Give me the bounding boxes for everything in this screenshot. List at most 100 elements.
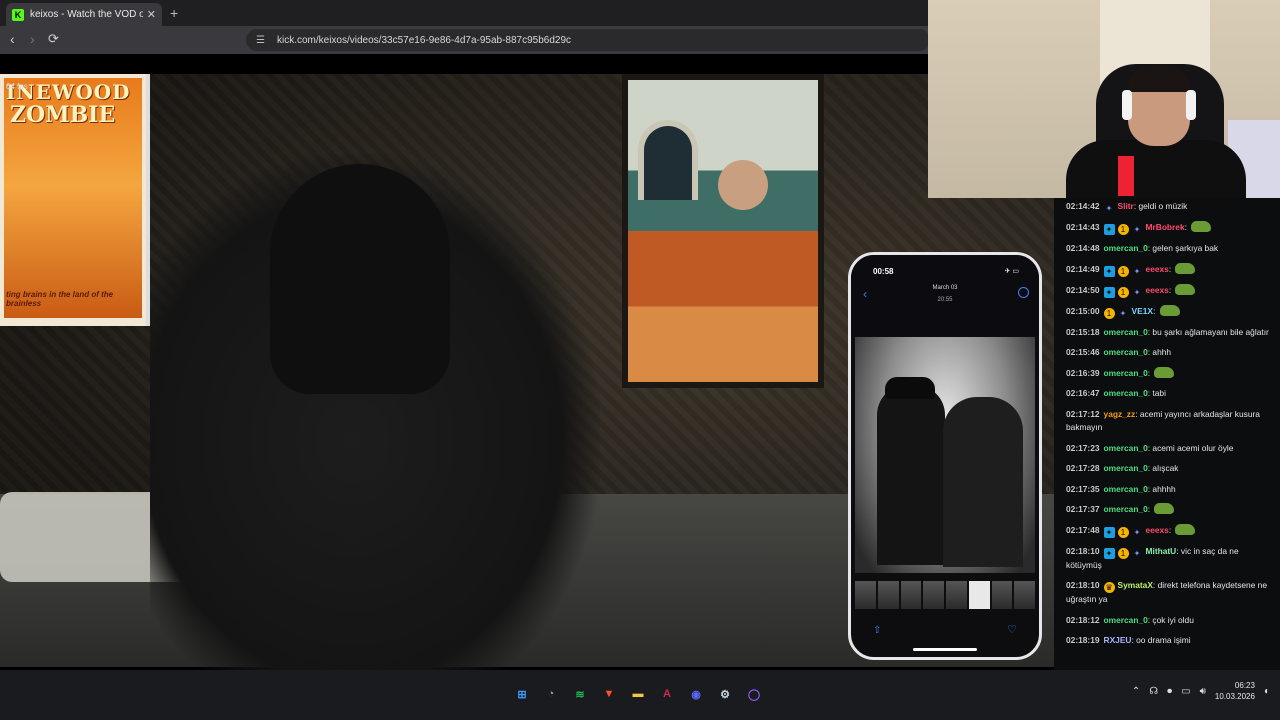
chat-panel[interactable]: 02:14:42 ✦ Slitr: geldi o müzik 02:14:43 ✦ 1 ✦… xyxy=(1054,198,1280,670)
chat-message: 02:17:48 ✦ 1 ✦ eeexs: xyxy=(1066,523,1272,538)
screen: K keixos - Watch the VOD on K ✕ + ‹ › ⟳ … xyxy=(0,0,1280,720)
chat-message: 02:16:39 omercan_0: xyxy=(1066,366,1272,381)
streamer-webcam xyxy=(928,0,1280,198)
app-a-icon[interactable]: A xyxy=(657,684,677,704)
chat-text: çok iyi oldu xyxy=(1152,614,1194,625)
fps-overlay: 64 fps xyxy=(6,82,28,91)
chat-timestamp: 02:14:50 xyxy=(1066,284,1100,295)
star-badge-icon: ✦ xyxy=(1105,204,1113,213)
chat-message: 02:18:10 ✦ 1 ✦ MithatU: vic in saç da ne köt… xyxy=(1066,545,1239,570)
star-badge-icon: ✦ xyxy=(1133,266,1141,276)
chat-username[interactable]: yagz_zz xyxy=(1104,409,1136,419)
discord-icon[interactable]: ◉ xyxy=(686,684,706,704)
headset-icon[interactable]: ☊ xyxy=(1149,686,1158,697)
forward-arrow-icon[interactable]: › xyxy=(30,31,35,47)
frog-emote-icon xyxy=(1159,304,1180,316)
reload-icon[interactable]: ⟳ xyxy=(48,31,59,47)
steam-icon[interactable]: ⚙ xyxy=(715,684,735,704)
chat-timestamp: 02:15:18 xyxy=(1066,326,1100,337)
phone-home-indicator xyxy=(913,648,977,651)
chat-username[interactable]: Slitr xyxy=(1118,201,1134,211)
star-badge-icon: ✦ xyxy=(1133,287,1141,297)
chat-timestamp: 02:17:35 xyxy=(1066,483,1100,494)
clock-date: 10.03.2026 xyxy=(1214,692,1255,701)
volume-icon[interactable]: 🔊︎ xyxy=(1200,686,1206,697)
site-settings-icon[interactable]: ☰ xyxy=(256,35,265,46)
network-icon[interactable]: ▭ xyxy=(1181,686,1190,697)
gold-badge-icon: 1 xyxy=(1117,224,1129,235)
microphone-icon[interactable]: ⏺ xyxy=(1167,686,1172,697)
chat-timestamp: 02:14:43 xyxy=(1066,222,1100,232)
chat-username[interactable]: omercan_0 xyxy=(1104,243,1148,253)
url-text: kick.com/keixos/videos/33c57e16-9e86-4d7… xyxy=(276,34,572,46)
close-tab-icon[interactable]: ✕ xyxy=(147,8,156,21)
chat-username[interactable]: omercan_0 xyxy=(1104,368,1148,378)
chat-message: 02:14:43 ✦ 1 ✦ MrBobrek: xyxy=(1066,221,1272,235)
chat-username[interactable]: eeexs xyxy=(1146,525,1169,535)
blue-badge-icon: ✦ xyxy=(1103,547,1115,559)
chat-message: 02:15:00 1 ✦ VE1X: xyxy=(1066,304,1272,319)
chat-text: acemi acemi olur öyle xyxy=(1152,442,1234,453)
chat-username[interactable]: omercan_0 xyxy=(1104,388,1148,398)
phone-time: 00:58 xyxy=(873,267,894,276)
address-bar[interactable]: ☰ kick.com/keixos/videos/33c57e16-9e86-4… xyxy=(246,29,930,51)
blue-badge-icon: ✦ xyxy=(1103,224,1115,235)
spotify-icon[interactable]: ≋ xyxy=(570,684,590,704)
chat-message: 02:14:49 ✦ 1 ✦ eeexs: xyxy=(1066,262,1272,277)
phone-photo xyxy=(855,337,1035,573)
frog-emote-icon xyxy=(1154,503,1175,514)
browser-tab[interactable]: K keixos - Watch the VOD on K ✕ xyxy=(6,3,162,26)
gold-badge-icon: 1 xyxy=(1117,526,1129,538)
gold-badge-icon: 1 xyxy=(1117,286,1129,298)
notifications-icon[interactable]: ◐ xyxy=(1264,686,1270,697)
chat-username[interactable]: SymataX xyxy=(1118,580,1153,590)
chat-timestamp: 02:17:37 xyxy=(1066,504,1100,514)
browser-icon[interactable]: ◔ xyxy=(541,684,561,704)
poster-title-line2: ZOMBIE xyxy=(10,102,116,128)
chat-username[interactable]: omercan_0 xyxy=(1104,484,1148,494)
chat-username[interactable]: omercan_0 xyxy=(1104,463,1148,473)
kick-favicon-icon: K xyxy=(12,8,24,21)
chat-username[interactable]: MrBobrek xyxy=(1146,222,1185,232)
chat-username[interactable]: eeexs xyxy=(1146,264,1169,274)
photo-time: 20:55 xyxy=(937,297,953,303)
file-explorer-icon[interactable]: ▬ xyxy=(628,684,648,704)
chat-username[interactable]: RXJEU xyxy=(1104,635,1132,645)
back-arrow-icon[interactable]: ‹ xyxy=(10,31,15,47)
star-badge-icon: ✦ xyxy=(1133,548,1141,558)
chat-username[interactable]: omercan_0 xyxy=(1104,327,1148,337)
chat-timestamp: 02:14:48 xyxy=(1066,243,1100,253)
chat-message: 02:18:12 omercan_0: çok iyi oldu xyxy=(1066,614,1194,625)
clock-time: 06:23 xyxy=(1234,681,1255,690)
app-circle-icon[interactable]: ◯ xyxy=(744,684,764,704)
chat-username[interactable]: omercan_0 xyxy=(1104,504,1148,514)
taskbar-clock[interactable]: 06:23 10.03.2026 xyxy=(1215,680,1255,702)
chat-username[interactable]: eeexs xyxy=(1146,285,1169,295)
poster-tagline: ting brains in the land of the brainless xyxy=(6,290,114,308)
windows-start-icon[interactable]: ⊞ xyxy=(512,684,532,704)
tab-title: keixos - Watch the VOD on K xyxy=(30,9,143,20)
gold-badge-icon: 1 xyxy=(1103,307,1115,319)
frog-emote-icon xyxy=(1191,221,1212,232)
chat-username[interactable]: omercan_0 xyxy=(1104,443,1148,453)
frog-emote-icon xyxy=(1175,523,1196,535)
chat-message: 02:14:50 ✦ 1 ✦ eeexs: xyxy=(1066,283,1272,298)
chat-username[interactable]: MithatU xyxy=(1146,546,1177,556)
chat-username[interactable]: VE1X xyxy=(1132,306,1153,316)
chat-username[interactable]: omercan_0 xyxy=(1104,347,1148,357)
chat-message: 02:18:10 ♛ SymataX: direkt telefona kaydet… xyxy=(1066,580,1267,604)
phone-status-icons: ✈ ▭ xyxy=(1004,268,1019,275)
chat-text: oo drama işimi xyxy=(1136,635,1191,645)
chat-text: alışcak xyxy=(1152,463,1179,473)
brave-icon[interactable]: ▼ xyxy=(599,684,619,704)
red-cup xyxy=(1118,156,1134,196)
frog-emote-icon xyxy=(1175,283,1196,295)
wall-painting xyxy=(622,74,824,388)
star-badge-icon: ✦ xyxy=(1119,308,1127,318)
chevron-up-icon[interactable]: ⌃ xyxy=(1132,686,1140,697)
chat-message: 02:14:42 ✦ Slitr: geldi o müzik xyxy=(1066,201,1188,213)
video-player[interactable]: INEWOOD ZOMBIE ting brains in the land o… xyxy=(0,54,1054,670)
new-tab-button[interactable]: + xyxy=(170,5,178,21)
chat-username[interactable]: omercan_0 xyxy=(1104,615,1148,625)
chat-timestamp: 02:16:47 xyxy=(1066,388,1100,398)
